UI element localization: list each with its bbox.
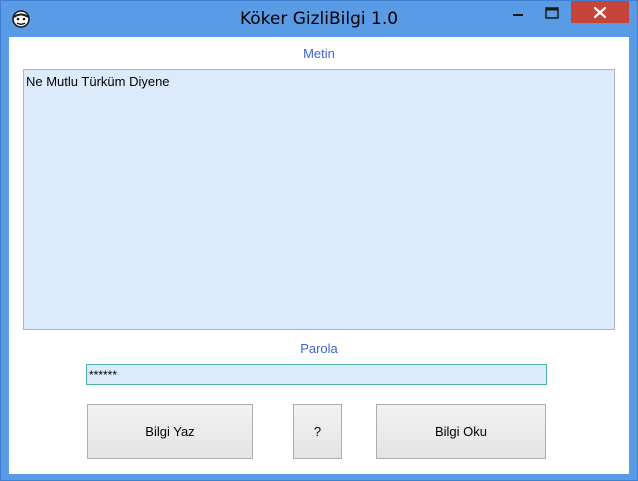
metin-textarea[interactable]: Ne Mutlu Türküm Diyene [23,69,615,330]
close-icon [593,6,607,19]
metin-label: Metin [303,46,335,61]
close-button[interactable] [571,1,629,23]
bilgi-yaz-button[interactable]: Bilgi Yaz [87,404,253,459]
client-area: Metin Ne Mutlu Türküm Diyene Parola Bilg… [9,37,629,474]
minimize-icon [513,14,523,16]
help-button[interactable]: ? [293,404,342,459]
minimize-button[interactable] [503,1,533,23]
app-face-icon[interactable] [10,9,32,29]
app-window: Köker GizliBilgi 1.0 Metin Ne Mutlu Türk… [0,0,638,481]
maximize-button[interactable] [537,1,567,23]
maximize-icon [545,7,559,19]
parola-label: Parola [300,341,338,356]
parola-input[interactable] [86,364,547,385]
title-bar[interactable]: Köker GizliBilgi 1.0 [1,1,637,37]
bilgi-oku-button[interactable]: Bilgi Oku [376,404,546,459]
